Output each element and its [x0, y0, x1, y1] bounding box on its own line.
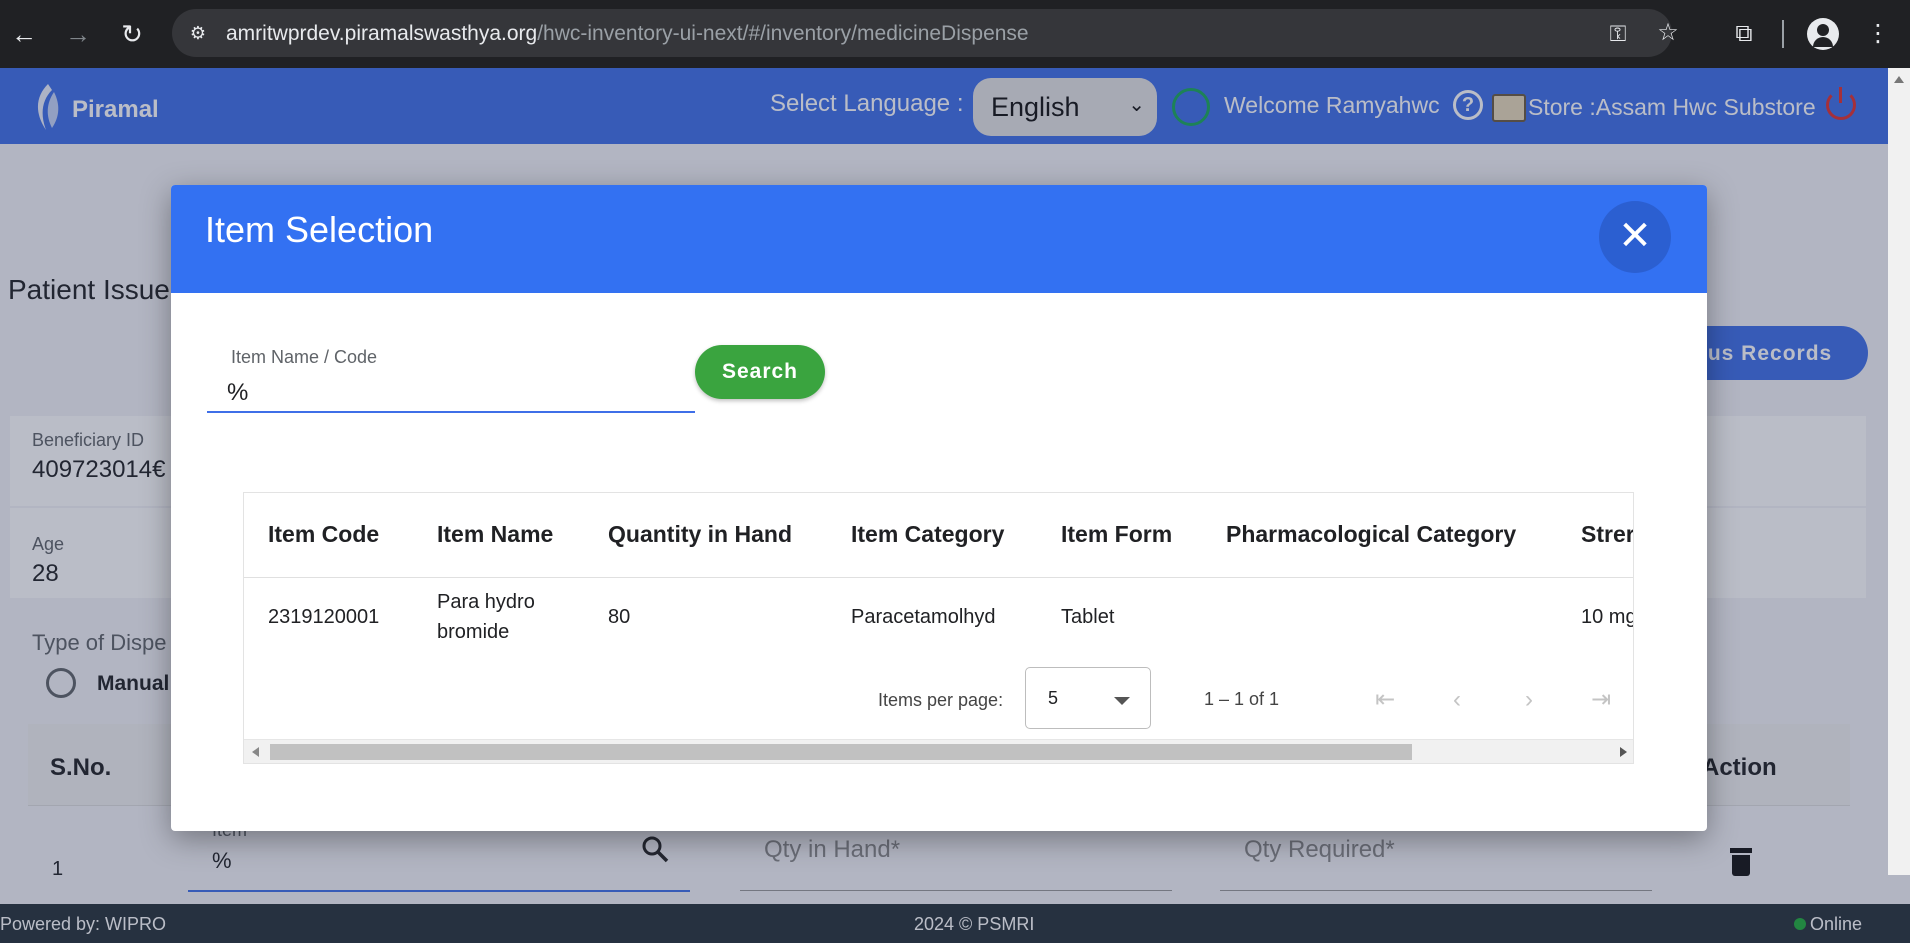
- cell-form: Tablet: [1061, 606, 1115, 628]
- search-input[interactable]: [227, 377, 667, 409]
- bookmark-star-icon[interactable]: ☆: [1654, 19, 1682, 47]
- column-header-item-form[interactable]: Item Form: [1061, 521, 1172, 548]
- page-scrollbar[interactable]: [1888, 68, 1910, 875]
- scrollbar-thumb[interactable]: [270, 744, 1412, 760]
- table-header-divider: [244, 577, 1633, 578]
- column-header-item-category[interactable]: Item Category: [851, 521, 1004, 548]
- item-search-field: Item Name / Code: [207, 347, 695, 413]
- items-per-page-select[interactable]: 5: [1025, 667, 1151, 729]
- horizontal-scrollbar[interactable]: [244, 739, 1633, 763]
- next-page-icon[interactable]: ›: [1512, 683, 1546, 717]
- close-icon: ✕: [1618, 214, 1652, 258]
- cell-category: Paracetamolhyd: [851, 606, 996, 628]
- cell-quantity: 80: [608, 606, 631, 628]
- item-selection-dialog: Item Selection ✕ Item Name / Code Search…: [171, 185, 1707, 831]
- column-header-pharmacological-category[interactable]: Pharmacological Category: [1226, 521, 1516, 548]
- browser-toolbar: ← → ↻ ⚙ amritwprdev.piramalswasthya.org/…: [0, 0, 1910, 68]
- password-key-icon[interactable]: ⚿: [1604, 20, 1632, 48]
- column-header-item-name[interactable]: Item Name: [437, 521, 553, 548]
- last-page-icon[interactable]: ⇥: [1584, 683, 1618, 717]
- items-per-page-label: Items per page:: [878, 690, 1004, 710]
- cell-item-code: 2319120001: [268, 606, 380, 628]
- close-button[interactable]: ✕: [1599, 201, 1671, 273]
- toolbar-separator: [1782, 20, 1784, 48]
- extensions-icon[interactable]: ⧉: [1726, 16, 1762, 52]
- scroll-left-arrow-icon[interactable]: [252, 747, 259, 757]
- back-arrow-icon[interactable]: ←: [6, 16, 42, 52]
- url-path: /hwc-inventory-ui-next/#/inventory/medic…: [537, 22, 1029, 45]
- address-bar[interactable]: ⚙ amritwprdev.piramalswasthya.org/hwc-in…: [172, 9, 1679, 57]
- dialog-header: Item Selection ✕: [171, 185, 1707, 293]
- forward-arrow-icon[interactable]: →: [60, 16, 96, 52]
- profile-avatar-icon[interactable]: [1807, 18, 1839, 50]
- site-settings-icon[interactable]: ⚙: [186, 21, 210, 45]
- previous-page-icon[interactable]: ‹: [1440, 683, 1474, 717]
- search-label: Item Name / Code: [231, 347, 378, 367]
- column-header-quantity-in-hand[interactable]: Quantity in Hand: [608, 521, 792, 548]
- first-page-icon[interactable]: ⇤: [1368, 683, 1402, 717]
- scroll-up-arrow-icon[interactable]: [1894, 76, 1904, 83]
- search-button-label: Search: [721, 360, 799, 383]
- more-menu-icon[interactable]: ⋮: [1860, 16, 1896, 52]
- reload-icon[interactable]: ↻: [114, 16, 150, 52]
- scroll-right-arrow-icon[interactable]: [1620, 747, 1627, 757]
- cell-strength: 10 mg: [1581, 606, 1634, 628]
- url-host: amritwprdev.piramalswasthya.org: [226, 22, 538, 45]
- cell-item-name-line2: bromide: [437, 621, 510, 643]
- column-header-item-code[interactable]: Item Code: [268, 521, 379, 548]
- item-table: Item Code Item Name Quantity in Hand Ite…: [243, 492, 1634, 764]
- column-header-strength[interactable]: Strer: [1581, 521, 1633, 548]
- page-range-label: 1 – 1 of 1: [1204, 689, 1280, 709]
- dialog-title: Item Selection: [205, 209, 434, 250]
- items-per-page-value: 5: [1048, 688, 1059, 708]
- cell-item-name-line1: Para hydro: [437, 591, 535, 613]
- dropdown-arrow-icon: [1114, 697, 1130, 705]
- url-text[interactable]: amritwprdev.piramalswasthya.org/hwc-inve…: [226, 22, 1029, 46]
- search-button[interactable]: Search: [695, 345, 825, 399]
